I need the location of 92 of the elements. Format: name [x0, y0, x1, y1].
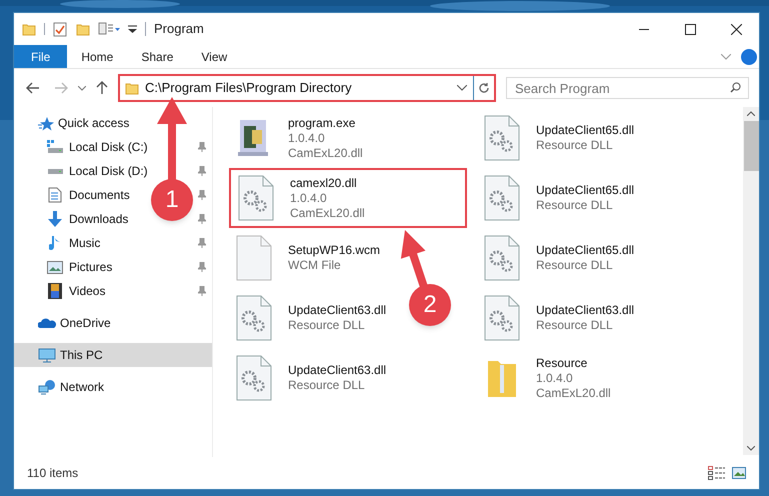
file-item[interactable]: UpdateClient65.dll Resource DLL	[480, 108, 638, 168]
minimize-icon[interactable]	[639, 28, 649, 30]
large-icons-view-icon[interactable]	[732, 467, 746, 479]
help-icon[interactable]	[741, 48, 757, 64]
ribbon-tab[interactable]: Home	[67, 45, 128, 68]
file-detail: Resource DLL	[288, 318, 366, 333]
nav-item[interactable]: Documents	[69, 186, 130, 204]
nav-item[interactable]: Downloads	[69, 210, 128, 228]
back-arrow-icon[interactable]	[26, 82, 40, 94]
close-icon[interactable]	[730, 24, 742, 34]
search-field[interactable]: Search Program	[506, 77, 749, 99]
star-icon	[38, 116, 54, 130]
gear-document-icon	[236, 174, 276, 222]
folder-icon	[125, 81, 139, 95]
scrollbar-thumb[interactable]	[744, 121, 758, 171]
drive-icon	[47, 140, 63, 154]
file-item[interactable]: UpdateClient65.dll Resource DLL	[480, 228, 638, 288]
nav-item[interactable]: Local Disk (C:)	[69, 138, 148, 156]
gear-document-icon	[482, 234, 522, 282]
item-count: 110 items	[27, 465, 78, 482]
file-item[interactable]: camexl20.dll 1.0.4.0 CamExL20.dll	[229, 168, 467, 228]
image-icon	[47, 260, 63, 274]
file-name: UpdateClient63.dll	[288, 303, 386, 318]
music-note-icon	[49, 235, 61, 251]
scroll-up-icon[interactable]	[747, 111, 755, 116]
maximize-icon[interactable]	[684, 24, 696, 34]
search-icon	[730, 82, 741, 93]
file-detail: Resource DLL	[536, 198, 614, 213]
gear-document-icon	[482, 114, 522, 162]
checklist-icon[interactable]	[53, 22, 67, 36]
drive-icon	[48, 168, 62, 174]
nav-item[interactable]: Local Disk (D:)	[69, 162, 148, 180]
file-detail: CamExL20.dll	[290, 206, 365, 220]
file-item[interactable]: UpdateClient63.dll Resource DLL	[232, 348, 390, 408]
nav-item[interactable]: Quick access	[14, 111, 212, 135]
file-detail: WCM File	[288, 258, 342, 273]
file-detail: CamExL20.dll	[536, 386, 611, 400]
refresh-icon[interactable]	[478, 82, 490, 94]
file-detail: Resource DLL	[536, 258, 614, 273]
cloud-icon	[38, 317, 56, 329]
file-item[interactable]: program.exe 1.0.4.0 CamExL20.dll	[232, 108, 367, 168]
monitor-icon	[38, 348, 56, 362]
gear-document-icon	[234, 354, 274, 402]
document-icon	[48, 187, 62, 203]
nav-item[interactable]: Videos	[69, 282, 106, 300]
chevron-down-icon[interactable]	[457, 85, 467, 91]
scrollbar[interactable]	[743, 107, 759, 455]
file-detail: Resource DLL	[536, 138, 614, 153]
properties-icon[interactable]	[98, 22, 120, 36]
file-detail: Resource DLL	[288, 378, 366, 393]
download-arrow-icon	[47, 211, 63, 227]
file-item[interactable]: Resource 1.0.4.0 CamExL20.dll	[480, 348, 615, 408]
address-path: C:\Program Files\Program Directory	[145, 79, 352, 98]
file-name: program.exe	[288, 116, 356, 130]
file-name: UpdateClient65.dll	[536, 243, 634, 258]
nav-item[interactable]: Pictures	[69, 258, 112, 276]
ribbon-tab[interactable]: View	[187, 45, 242, 68]
nav-item[interactable]: This PC	[14, 343, 212, 367]
file-item[interactable]: UpdateClient65.dll Resource DLL	[480, 168, 638, 228]
customize-toolbar-icon[interactable]	[128, 24, 137, 34]
file-detail: 1.0.4.0	[288, 130, 326, 146]
up-arrow-icon[interactable]	[96, 81, 108, 95]
file-detail: Resource DLL	[536, 318, 614, 333]
nav-item[interactable]: Music	[69, 234, 100, 252]
network-icon	[38, 379, 56, 395]
nav-item[interactable]: Network	[14, 375, 212, 399]
film-icon	[48, 283, 62, 299]
file-item[interactable]: UpdateClient63.dll Resource DLL	[232, 288, 390, 348]
file-name: UpdateClient63.dll	[536, 303, 634, 318]
file-name: UpdateClient65.dll	[536, 183, 634, 198]
file-name: camexl20.dll	[290, 176, 358, 190]
chevron-down-icon[interactable]	[78, 86, 86, 90]
ribbon-tab[interactable]: Share	[127, 45, 188, 68]
file-name: UpdateClient63.dll	[288, 363, 386, 378]
scroll-down-icon[interactable]	[747, 446, 755, 451]
window-title: Program	[154, 20, 204, 38]
file-detail: CamExL20.dll	[288, 146, 363, 160]
file-detail: 1.0.4.0	[536, 370, 574, 386]
file-item[interactable]: SetupWP16.wcm WCM File	[232, 228, 384, 288]
file-name: UpdateClient65.dll	[536, 123, 634, 138]
file-item[interactable]: UpdateClient63.dll Resource DLL	[480, 288, 638, 348]
gear-document-icon	[482, 294, 522, 342]
address-bar[interactable]: C:\Program Files\Program Directory	[118, 74, 496, 102]
details-view-icon[interactable]	[708, 466, 726, 480]
nav-item[interactable]: OneDrive	[14, 311, 212, 335]
file-detail: 1.0.4.0	[290, 190, 328, 206]
file-name: Resource	[536, 356, 588, 370]
ribbon-tab[interactable]: File	[14, 45, 68, 68]
gear-document-icon	[234, 294, 274, 342]
file-name: SetupWP16.wcm	[288, 243, 380, 258]
gear-document-icon	[482, 174, 522, 222]
blank-document-icon	[234, 234, 274, 282]
